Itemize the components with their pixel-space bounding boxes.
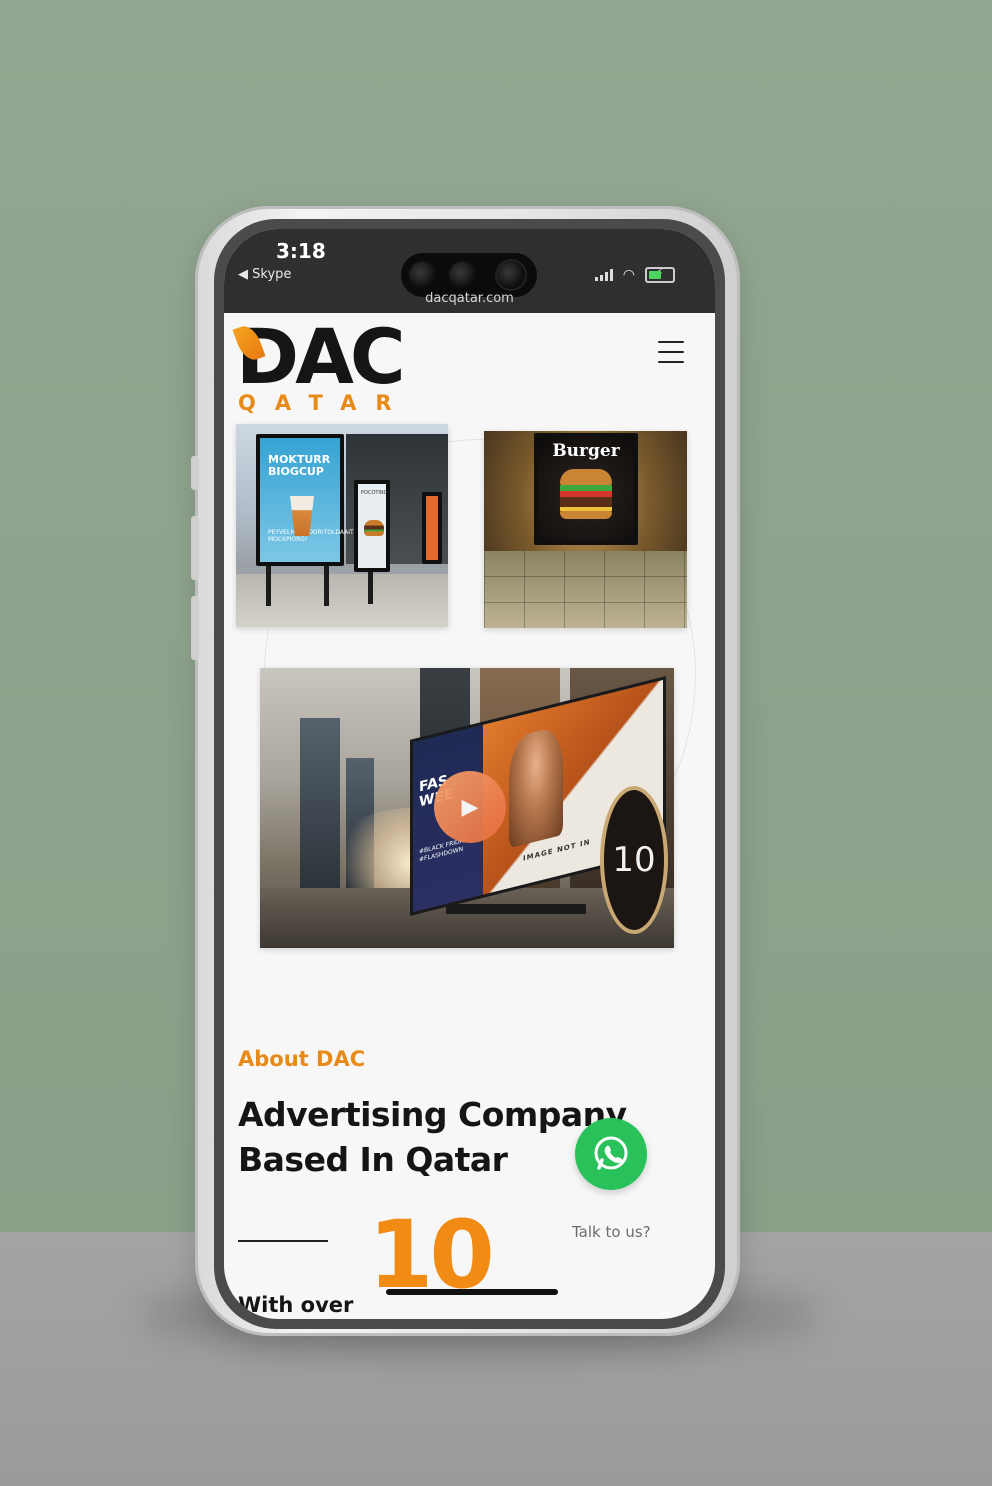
- billboard-burger: Burger: [534, 433, 638, 545]
- cellular-signal-icon: [594, 269, 613, 281]
- burger-icon: [560, 469, 612, 519]
- billboard-icecream: MOKTURR BIOGCUP PEYVELMORKDORITOLDAAITE M…: [256, 434, 357, 566]
- burger-title: Burger: [552, 441, 620, 461]
- home-indicator[interactable]: [386, 1289, 558, 1295]
- phone-device: 3:18 ◀ Skype ◠ ⚡ dacqatar.com DAC QATAR …: [191, 206, 740, 1336]
- back-app-label: Skype: [252, 267, 292, 282]
- site-header: DAC QATAR: [224, 313, 715, 423]
- billboard-stand: [446, 904, 586, 914]
- with-over-text: With over: [238, 1293, 354, 1317]
- volume-down-button: [191, 596, 199, 660]
- board-subtext: PEYVELMORKDORITOLDAAITE MOCKPIORG!: [268, 529, 358, 543]
- status-time: 3:18: [276, 239, 326, 263]
- divider-line: [238, 1240, 328, 1242]
- wifi-icon: ◠: [622, 267, 635, 283]
- address-bar-url[interactable]: dacqatar.com: [224, 291, 715, 306]
- phone-bezel: 3:18 ◀ Skype ◠ ⚡ dacqatar.com DAC QATAR …: [214, 219, 725, 1329]
- silent-switch: [191, 456, 199, 490]
- logo-subtitle: QATAR: [238, 391, 411, 415]
- front-camera-icon: [497, 261, 525, 289]
- portfolio-image-signage[interactable]: MOKTURR BIOGCUP PEYVELMORKDORITOLDAAITE M…: [236, 424, 448, 627]
- status-icons: ◠ ⚡: [594, 266, 675, 283]
- video-thumbnail[interactable]: FAS WEE #BLACK FRIDAY #FLASHDOWN IMAGE N…: [260, 668, 674, 948]
- circle-badge-10: 10: [600, 786, 668, 934]
- board2-text: POCOTING: [361, 490, 388, 496]
- camera-lens-icon: [409, 261, 437, 289]
- portfolio-image-burger[interactable]: Burger: [484, 431, 687, 628]
- billboard-orange: [422, 492, 442, 564]
- play-button[interactable]: ▶: [434, 771, 506, 843]
- play-icon: ▶: [461, 794, 479, 820]
- model-figure: [509, 724, 563, 849]
- talk-to-us-label: Talk to us?: [572, 1223, 651, 1241]
- burger-icon: [364, 520, 384, 536]
- phone-screen: 3:18 ◀ Skype ◠ ⚡ dacqatar.com DAC QATAR …: [224, 229, 715, 1319]
- status-bar: 3:18 ◀ Skype ◠ ⚡ dacqatar.com: [224, 229, 715, 313]
- billboard-burger-small: POCOTING: [354, 480, 390, 572]
- sensor-icon: [449, 261, 477, 289]
- about-label: About DAC: [238, 1047, 366, 1071]
- menu-hamburger-icon[interactable]: [658, 341, 684, 363]
- volume-up-button: [191, 516, 199, 580]
- battery-charging-icon: ⚡: [645, 266, 675, 283]
- whatsapp-icon: [594, 1136, 628, 1170]
- back-to-app-link[interactable]: ◀ Skype: [238, 267, 291, 282]
- whatsapp-button[interactable]: [575, 1118, 647, 1190]
